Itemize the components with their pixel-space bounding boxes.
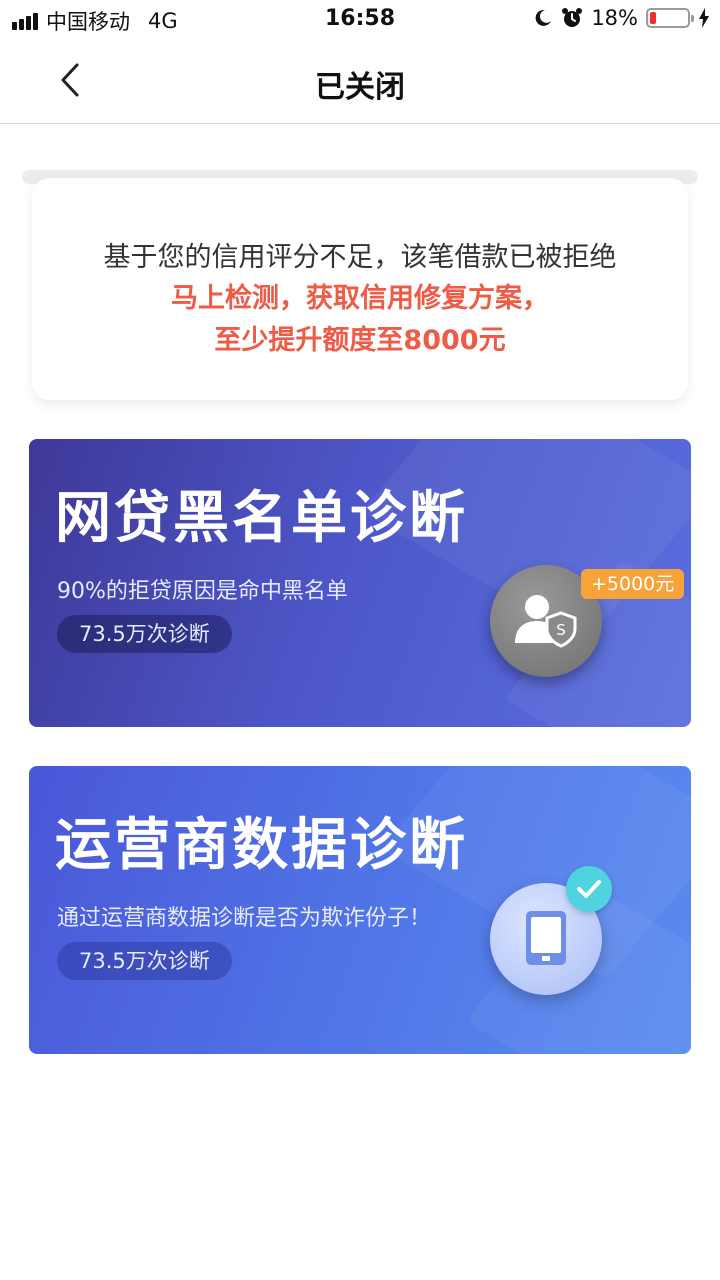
page-title: 已关闭	[315, 70, 405, 105]
battery-level	[650, 12, 656, 24]
card-title: 网贷黑名单诊断	[55, 486, 468, 551]
promo-text-line2: 至少提升额度至8000元	[214, 325, 506, 356]
status-bar: 中国移动 4G 16:58 18%	[0, 0, 720, 40]
battery-percent: 18%	[591, 6, 638, 30]
alarm-icon	[562, 8, 583, 27]
blacklist-diagnosis-card[interactable]: 网贷黑名单诊断 90%的拒贷原因是命中黑名单 73.5万次诊断 S +5000元	[29, 439, 691, 727]
card-title: 运营商数据诊断	[55, 813, 468, 878]
check-icon	[566, 866, 612, 912]
diagnosis-count-pill: 73.5万次诊断	[57, 942, 232, 980]
moon-icon	[535, 9, 552, 26]
charging-icon	[699, 8, 709, 28]
card-subtitle: 通过运营商数据诊断是否为欺诈份子！	[57, 906, 432, 931]
svg-text:S: S	[556, 621, 566, 639]
nav-bar: 已关闭	[0, 40, 720, 124]
battery-icon	[646, 8, 694, 28]
card-subtitle: 90%的拒贷原因是命中黑名单	[57, 579, 348, 604]
bonus-badge: +5000元	[581, 569, 685, 599]
status-right: 18%	[533, 6, 710, 30]
rejection-text: 基于您的信用评分不足，该笔借款已被拒绝	[103, 242, 617, 273]
promo-text-line1: 马上检测，获取信用修复方案，	[171, 283, 549, 314]
diagnosis-count-pill: 73.5万次诊断	[57, 615, 232, 653]
operator-diagnosis-card[interactable]: 运营商数据诊断 通过运营商数据诊断是否为欺诈份子！ 73.5万次诊断	[29, 766, 691, 1054]
rejection-message-card: 基于您的信用评分不足，该笔借款已被拒绝 马上检测，获取信用修复方案， 至少提升额…	[32, 178, 688, 400]
